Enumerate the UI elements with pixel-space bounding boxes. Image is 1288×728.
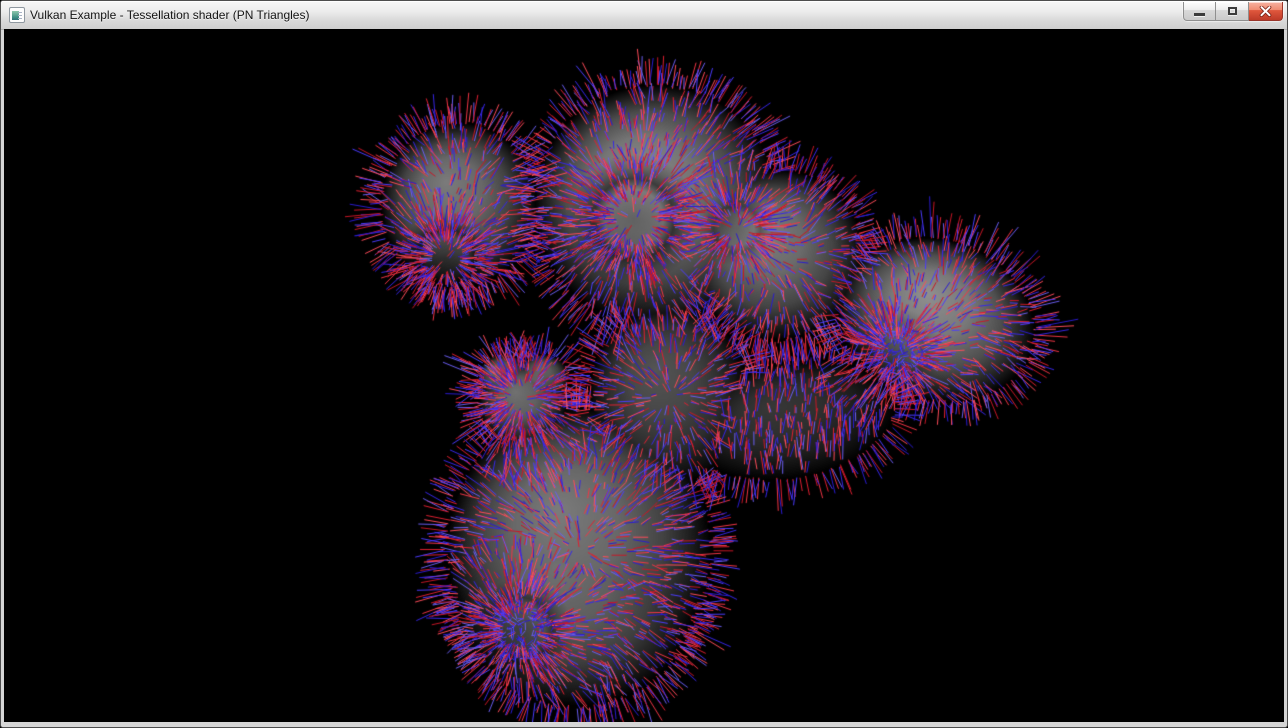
app-window: Vulkan Example - Tessellation shader (PN…	[0, 0, 1288, 728]
maximize-button[interactable]	[1216, 2, 1249, 21]
viewport	[4, 29, 1284, 722]
window-title: Vulkan Example - Tessellation shader (PN…	[30, 8, 309, 22]
minimize-icon	[1194, 13, 1205, 16]
app-icon[interactable]	[9, 7, 25, 23]
titlebar[interactable]: Vulkan Example - Tessellation shader (PN…	[1, 1, 1287, 30]
minimize-button[interactable]	[1183, 2, 1216, 21]
maximize-icon	[1228, 7, 1237, 15]
close-button[interactable]	[1249, 2, 1283, 21]
render-viewport-canvas[interactable]	[4, 29, 1284, 722]
window-controls	[1183, 2, 1283, 21]
close-icon	[1259, 6, 1272, 17]
